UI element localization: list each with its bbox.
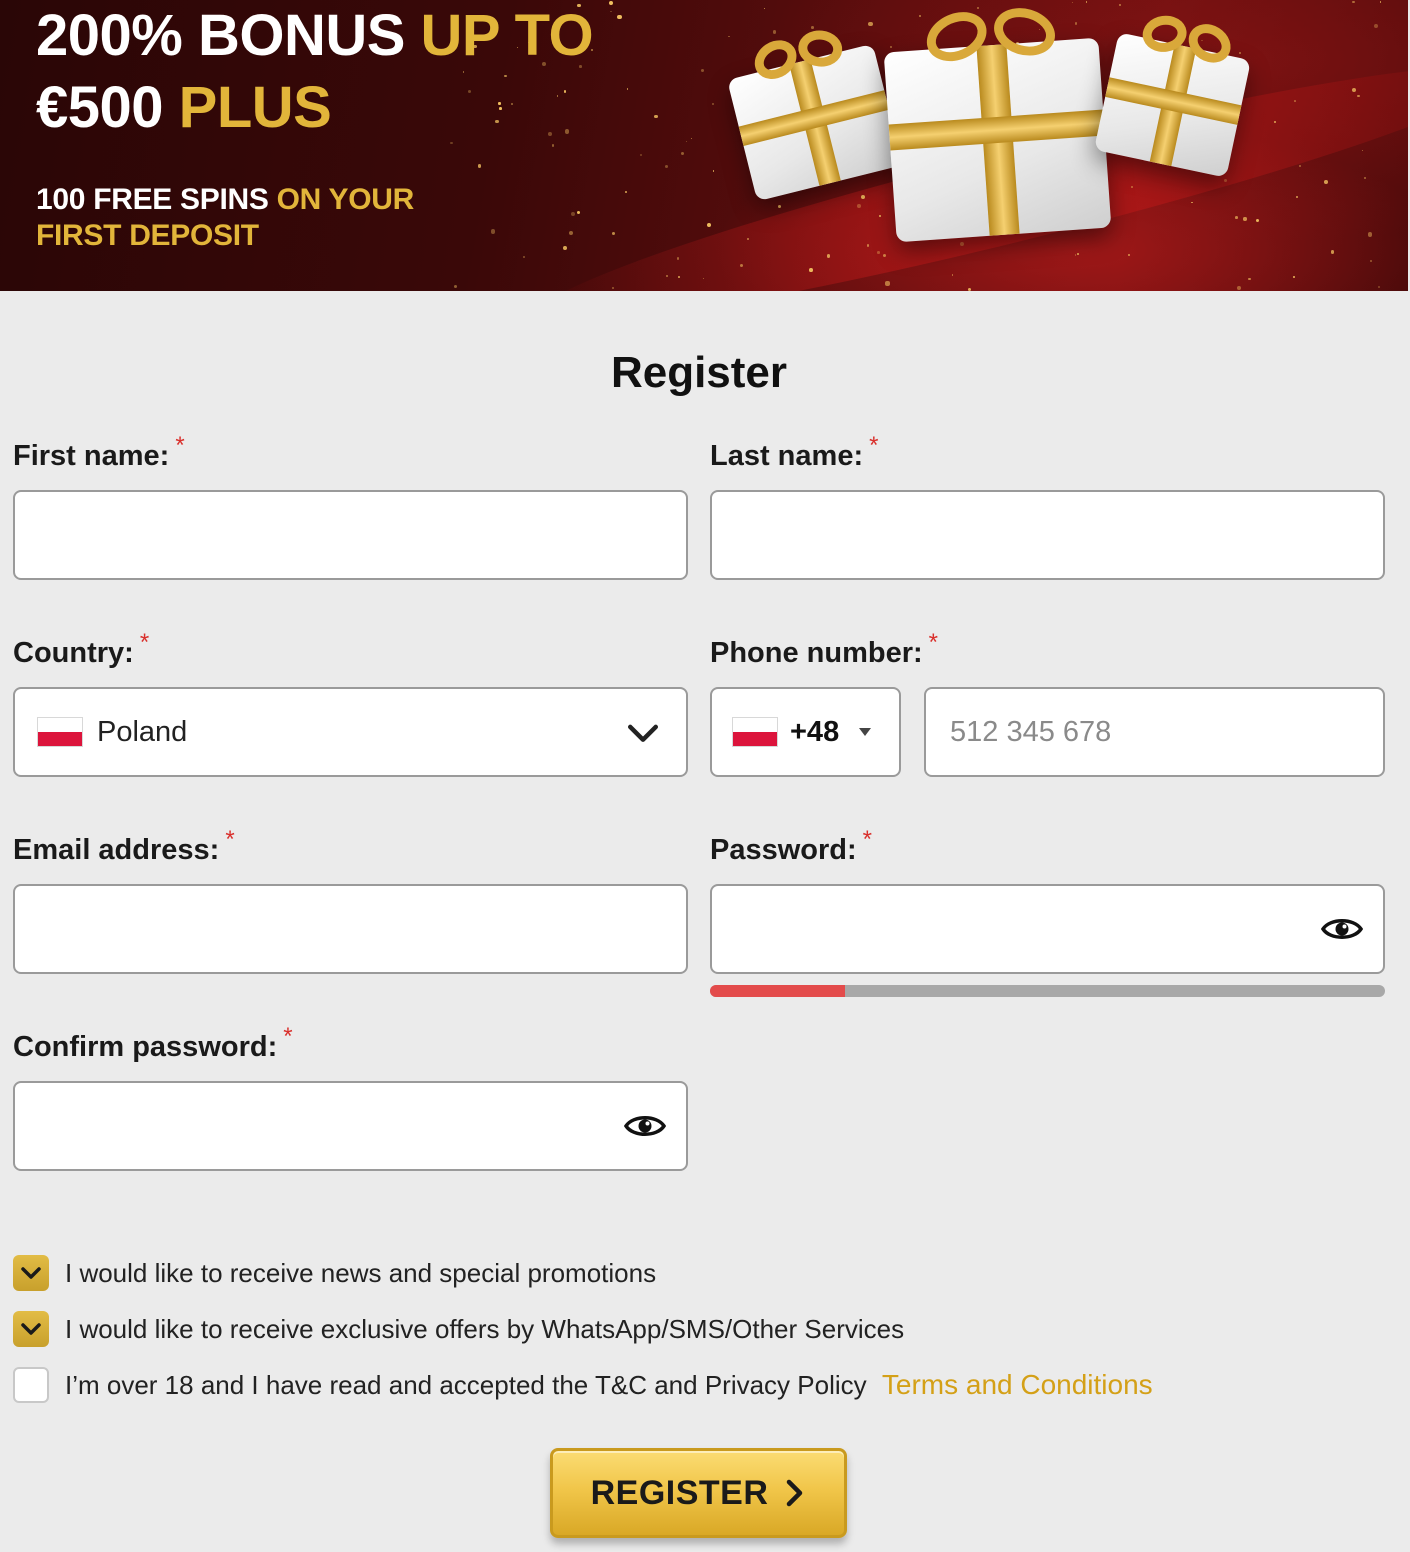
last-name-field[interactable] — [710, 490, 1385, 580]
promo-banner: 200% BONUS UP TO €500 PLUS 100 FREE SPIN… — [0, 0, 1408, 291]
phone-number-input[interactable] — [926, 689, 1383, 775]
register-button-label: REGISTER — [590, 1473, 769, 1512]
bonus-headline: 200% BONUS UP TO €500 PLUS — [36, 3, 594, 140]
email-field[interactable] — [13, 884, 688, 974]
first-name-field[interactable] — [13, 490, 688, 580]
country-selected-value: Poland — [97, 715, 188, 748]
chevron-down-icon — [627, 724, 659, 742]
age-terms-checkbox[interactable] — [13, 1367, 49, 1403]
email-input[interactable] — [15, 886, 686, 972]
sparkle — [1373, 24, 1378, 29]
sparkle — [712, 102, 715, 105]
sparkle — [665, 164, 669, 168]
password-strength-meter — [710, 985, 1385, 997]
confirm-password-label: Confirm password: * — [13, 1023, 293, 1063]
sparkle — [685, 140, 687, 142]
sparkle — [611, 231, 615, 235]
password-strength-fill — [710, 985, 845, 997]
age-terms-checkbox-row[interactable]: I’m over 18 and I have read and accepted… — [13, 1367, 1153, 1403]
sparkle — [951, 274, 953, 276]
exclusive-offers-checkbox-label: I would like to receive exclusive offers… — [65, 1313, 905, 1344]
sparkle — [706, 223, 711, 228]
sparkle — [1367, 232, 1372, 237]
password-input[interactable] — [712, 886, 1383, 972]
sparkle — [885, 281, 890, 286]
last-name-label: Last name: * — [710, 432, 879, 472]
gift-box-right — [1094, 12, 1251, 178]
sparkle — [1324, 180, 1329, 184]
sparkle — [1248, 277, 1251, 280]
show-password-eye-icon[interactable] — [1321, 913, 1363, 945]
page-title: Register — [610, 348, 788, 397]
bonus-subheadline: 100 FREE SPINS ON YOUR FIRST DEPOSIT — [36, 183, 414, 252]
exclusive-offers-checkbox[interactable] — [13, 1311, 49, 1347]
first-name-label: First name: * — [13, 432, 185, 472]
promotions-checkbox-label: I would like to receive news and special… — [65, 1257, 657, 1288]
sparkle — [640, 153, 643, 156]
sparkle — [1293, 100, 1296, 103]
phone-code-value: +48 — [790, 715, 840, 748]
checkmark-icon — [21, 1267, 41, 1279]
sparkle — [523, 256, 525, 258]
sparkle — [627, 88, 629, 90]
sparkle — [1330, 250, 1335, 254]
sparkle — [700, 68, 705, 73]
checkmark-icon — [21, 1323, 41, 1335]
exclusive-offers-checkbox-row[interactable]: I would like to receive exclusive offers… — [13, 1311, 904, 1347]
chevron-right-icon — [787, 1479, 803, 1507]
sparkle — [1378, 286, 1381, 289]
sparkle — [610, 10, 612, 13]
phone-label: Phone number: * — [710, 629, 939, 669]
sparkle — [712, 170, 714, 172]
gift-boxes-image — [720, 0, 1280, 270]
promotions-checkbox-row[interactable]: I would like to receive news and special… — [13, 1255, 656, 1291]
phone-number-field[interactable] — [924, 687, 1385, 777]
country-label: Country: * — [13, 629, 150, 669]
sparkle — [608, 0, 613, 5]
caret-down-icon — [859, 728, 872, 736]
last-name-input[interactable] — [712, 492, 1383, 578]
age-terms-checkbox-label: I’m over 18 and I have read and accepted… — [65, 1370, 867, 1400]
sparkle — [1369, 259, 1372, 262]
promotions-checkbox[interactable] — [13, 1255, 49, 1291]
sparkle — [624, 191, 627, 194]
show-confirm-password-eye-icon[interactable] — [624, 1110, 666, 1142]
country-select[interactable]: Poland — [13, 687, 688, 777]
password-label: Password: * — [710, 826, 873, 866]
sparkle — [1361, 149, 1363, 151]
confirm-password-field[interactable] — [13, 1081, 688, 1171]
sparkle — [1292, 275, 1295, 279]
confirm-password-input[interactable] — [15, 1083, 686, 1169]
poland-flag-icon — [732, 717, 778, 747]
email-label: Email address: * — [13, 826, 235, 866]
sparkle — [1380, 1, 1382, 3]
sparkle — [967, 288, 972, 291]
gift-box-center — [883, 1, 1112, 243]
gift-box-left — [727, 28, 903, 202]
first-name-input[interactable] — [15, 492, 686, 578]
phone-country-code-select[interactable]: +48 — [710, 687, 901, 777]
sparkle — [1352, 0, 1355, 3]
banner-text: 200% BONUS UP TO €500 PLUS 100 FREE SPIN… — [36, 0, 594, 254]
terms-and-conditions-link[interactable]: Terms and Conditions — [882, 1369, 1153, 1400]
sparkle — [1363, 177, 1366, 180]
sparkle — [453, 284, 457, 288]
sparkle — [690, 137, 693, 140]
sparkle — [654, 114, 658, 118]
poland-flag-icon — [37, 717, 83, 747]
sparkle — [1357, 94, 1360, 98]
sparkle — [1296, 195, 1299, 198]
sparkle — [617, 14, 622, 19]
password-field[interactable] — [710, 884, 1385, 974]
register-button[interactable]: REGISTER — [550, 1448, 847, 1538]
sparkle — [680, 151, 684, 155]
sparkle — [1299, 165, 1301, 167]
sparkle — [1237, 286, 1241, 291]
